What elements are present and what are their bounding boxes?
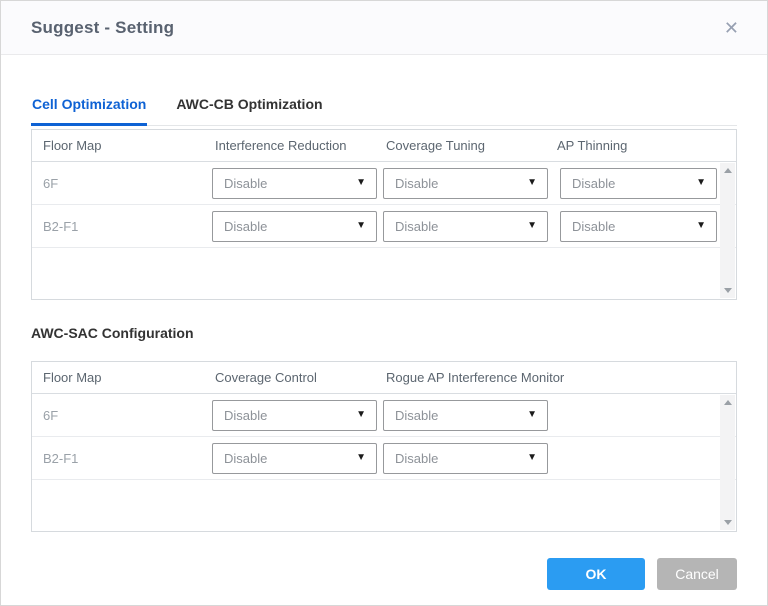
scroll-down-icon[interactable] [724,288,732,293]
floor-map-label: 6F [32,176,212,191]
scroll-down-icon[interactable] [724,520,732,525]
scroll-up-icon[interactable] [724,168,732,173]
table-row: B2-F1 Disable ▼ Disable ▼ Disable ▼ [32,205,736,248]
column-header-coverage-control: Coverage Control [212,370,383,385]
dialog-title: Suggest - Setting [31,18,174,38]
selected-value: Disable [224,408,267,423]
chevron-down-icon: ▼ [356,178,366,188]
selected-value: Disable [395,219,438,234]
table-row: B2-F1 Disable ▼ Disable ▼ [32,437,736,480]
selected-value: Disable [395,176,438,191]
column-header-floor-map: Floor Map [32,138,212,153]
dialog-header: Suggest - Setting ✕ [1,1,767,55]
chevron-down-icon: ▼ [696,221,706,231]
table-header-row: Floor Map Interference Reduction Coverag… [32,130,736,162]
coverage-control-select[interactable]: Disable ▼ [212,443,377,474]
chevron-down-icon: ▼ [527,178,537,188]
chevron-down-icon: ▼ [356,221,366,231]
interference-reduction-select[interactable]: Disable ▼ [212,168,377,199]
cell-optimization-table: Floor Map Interference Reduction Coverag… [31,129,737,300]
table-row: 6F Disable ▼ Disable ▼ [32,394,736,437]
ok-button[interactable]: OK [547,558,645,590]
tab-cell-optimization[interactable]: Cell Optimization [31,96,147,125]
table-row: 6F Disable ▼ Disable ▼ Disable ▼ [32,162,736,205]
column-header-floor-map: Floor Map [32,370,212,385]
column-header-interference-reduction: Interference Reduction [212,138,383,153]
selected-value: Disable [572,219,615,234]
dialog-body: Cell Optimization AWC-CB Optimization Fl… [1,96,767,590]
selected-value: Disable [395,408,438,423]
floor-map-label: B2-F1 [32,451,212,466]
selected-value: Disable [572,176,615,191]
dialog-footer: OK Cancel [31,558,737,590]
coverage-tuning-select[interactable]: Disable ▼ [383,211,548,242]
ap-thinning-select[interactable]: Disable ▼ [560,168,717,199]
chevron-down-icon: ▼ [527,410,537,420]
ap-thinning-select[interactable]: Disable ▼ [560,211,717,242]
table-header-row: Floor Map Coverage Control Rogue AP Inte… [32,362,736,394]
chevron-down-icon: ▼ [356,453,366,463]
selected-value: Disable [224,176,267,191]
selected-value: Disable [224,451,267,466]
coverage-control-select[interactable]: Disable ▼ [212,400,377,431]
column-header-ap-thinning: AP Thinning [554,138,736,153]
tab-bar: Cell Optimization AWC-CB Optimization [31,96,737,126]
close-icon[interactable]: ✕ [720,15,743,41]
chevron-down-icon: ▼ [527,221,537,231]
table-empty-area [32,480,736,531]
floor-map-label: B2-F1 [32,219,212,234]
vertical-scrollbar[interactable] [720,395,735,530]
cancel-button[interactable]: Cancel [657,558,737,590]
selected-value: Disable [395,451,438,466]
vertical-scrollbar[interactable] [720,163,735,298]
interference-reduction-select[interactable]: Disable ▼ [212,211,377,242]
selected-value: Disable [224,219,267,234]
coverage-tuning-select[interactable]: Disable ▼ [383,168,548,199]
floor-map-label: 6F [32,408,212,423]
column-header-rogue-ap-monitor: Rogue AP Interference Monitor [383,370,736,385]
awc-sac-heading: AWC-SAC Configuration [31,325,737,341]
chevron-down-icon: ▼ [527,453,537,463]
rogue-ap-monitor-select[interactable]: Disable ▼ [383,443,548,474]
chevron-down-icon: ▼ [696,178,706,188]
awc-sac-table: Floor Map Coverage Control Rogue AP Inte… [31,361,737,532]
column-header-coverage-tuning: Coverage Tuning [383,138,554,153]
table-empty-area [32,248,736,299]
scroll-up-icon[interactable] [724,400,732,405]
tab-awc-cb-optimization[interactable]: AWC-CB Optimization [175,96,323,125]
chevron-down-icon: ▼ [356,410,366,420]
rogue-ap-monitor-select[interactable]: Disable ▼ [383,400,548,431]
